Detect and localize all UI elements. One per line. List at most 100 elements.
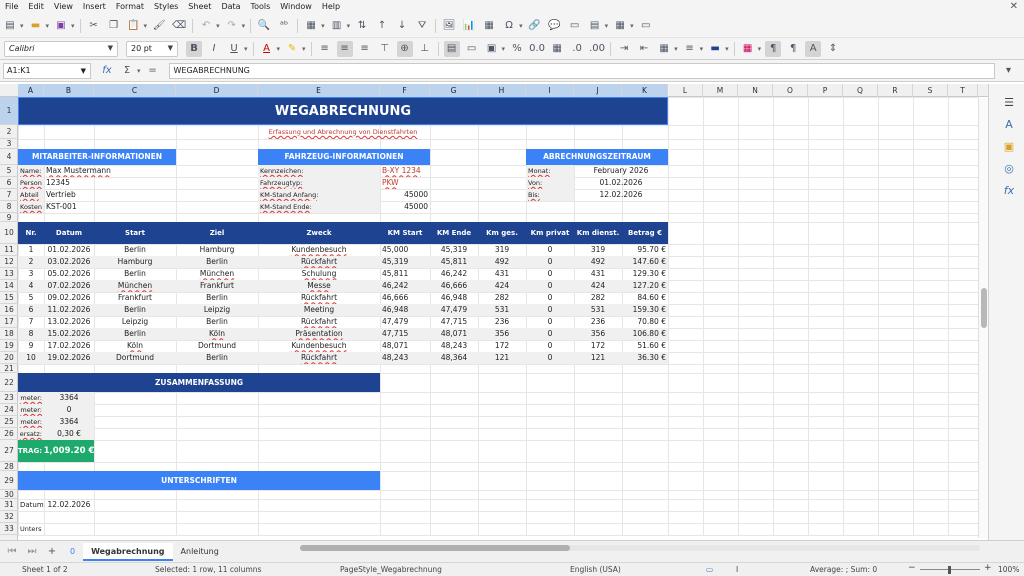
row-header-15[interactable]: 15 (0, 292, 18, 304)
column-header-m[interactable]: M (703, 84, 738, 97)
employee-label[interactable]: Kosten (18, 201, 44, 213)
function-wizard-icon[interactable]: fx (99, 63, 115, 79)
summary-value[interactable]: 0,30 € (44, 428, 94, 440)
vehicle-value[interactable]: PKW (380, 177, 430, 189)
table-cell[interactable]: 45,811 (380, 268, 430, 280)
align-right-icon[interactable]: ≡ (357, 41, 373, 57)
table-cell[interactable]: 17.02.2026 (44, 340, 94, 352)
sum-dropdown-icon[interactable]: ▾ (137, 67, 141, 75)
merge-center-icon[interactable]: ▭ (464, 41, 480, 57)
table-cell[interactable]: 95.70 € (622, 244, 668, 256)
table-cell[interactable]: 10 (18, 352, 44, 364)
table-cell[interactable]: 0 (526, 316, 574, 328)
column-header-j[interactable]: J (574, 84, 622, 97)
section-period[interactable]: ABRECHNUNGSZEITRAUM (526, 149, 668, 165)
table-cell[interactable]: 424 (574, 280, 622, 292)
sheet-title[interactable]: WEGABRECHNUNG (18, 97, 668, 125)
menu-item-edit[interactable]: Edit (23, 0, 49, 14)
zoom-slider-handle[interactable] (948, 566, 951, 574)
special-character-icon[interactable]: Ω (501, 18, 517, 34)
row-header-32[interactable]: 32 (0, 511, 18, 523)
table-cell[interactable]: 46,242 (430, 268, 478, 280)
add-sheet-icon[interactable]: + (44, 544, 60, 560)
print-area-dropdown-icon[interactable]: ▾ (605, 22, 609, 30)
table-cell[interactable]: Hamburg (176, 244, 258, 256)
column-header-b[interactable]: B (44, 84, 94, 97)
signature-label[interactable]: Unters (18, 523, 44, 535)
align-bottom-icon[interactable]: ⊥ (417, 41, 433, 57)
table-cell[interactable]: 13.02.2026 (44, 316, 94, 328)
table-cell[interactable]: 0 (526, 244, 574, 256)
font-size-combo[interactable]: 20 pt ▼ (126, 40, 178, 57)
employee-value[interactable]: Vertrieb (44, 189, 176, 201)
table-cell[interactable]: 0 (526, 268, 574, 280)
table-header-cell[interactable]: Km dienst. (574, 222, 622, 244)
delete-decimal-icon[interactable]: .00 (589, 41, 605, 57)
table-cell[interactable]: 46,666 (430, 280, 478, 292)
row-header-17[interactable]: 17 (0, 316, 18, 328)
spelling-icon[interactable]: ᵃᵇ (276, 18, 292, 34)
save-dropdown-icon[interactable]: ▾ (71, 22, 75, 30)
table-cell[interactable]: Berlin (176, 256, 258, 268)
menu-item-file[interactable]: File (0, 0, 23, 14)
table-cell[interactable]: Berlin (94, 328, 176, 340)
vehicle-label[interactable]: KM-Stand Ende: (258, 201, 380, 213)
pivot-table-icon[interactable]: ▦ (481, 18, 497, 34)
table-cell[interactable]: 431 (478, 268, 526, 280)
table-cell[interactable]: Leipzig (94, 316, 176, 328)
table-cell[interactable]: 4 (18, 280, 44, 292)
summary-label[interactable]: meter: (18, 392, 44, 404)
underline-dropdown-icon[interactable]: ▾ (244, 45, 248, 53)
row-header-9[interactable]: 9 (0, 213, 18, 222)
table-cell[interactable]: Berlin (176, 292, 258, 304)
summary-label[interactable]: meter: (18, 416, 44, 428)
navigator-icon[interactable]: ◎ (1001, 160, 1017, 176)
close-document-icon[interactable]: ✕ (1010, 1, 1018, 12)
column-header-l[interactable]: L (668, 84, 703, 97)
highlight-icon[interactable]: ✎ (284, 41, 300, 57)
formula-input[interactable]: WEGABRECHNUNG (168, 62, 995, 79)
hamburger-menu-icon[interactable]: ☰ (1001, 94, 1017, 110)
table-cell[interactable]: Berlin (176, 316, 258, 328)
signature-date[interactable]: 12.02.2026 (44, 499, 94, 511)
menu-item-format[interactable]: Format (111, 0, 149, 14)
row-header-10[interactable]: 10 (0, 222, 18, 244)
total-label[interactable]: TRAG: (18, 440, 44, 462)
table-cell[interactable]: Berlin (94, 268, 176, 280)
table-cell[interactable]: Köln (176, 328, 258, 340)
font-color-icon[interactable]: A (259, 41, 275, 57)
conditional-format-icon[interactable]: ▦ (740, 41, 756, 57)
table-cell[interactable]: Leipzig (176, 304, 258, 316)
copy-icon[interactable]: ❐ (106, 18, 122, 34)
table-header-cell[interactable]: KM Ende (430, 222, 478, 244)
table-cell[interactable]: 46,948 (380, 304, 430, 316)
table-cell[interactable]: München (176, 268, 258, 280)
table-cell[interactable]: München (94, 280, 176, 292)
text-orientation-icon[interactable]: A (805, 40, 822, 57)
align-middle-icon[interactable]: ⊕ (396, 40, 413, 57)
employee-value[interactable]: Max Mustermann (44, 165, 176, 177)
table-cell[interactable]: 147.60 € (622, 256, 668, 268)
row-header-16[interactable]: 16 (0, 304, 18, 316)
table-cell[interactable]: 0 (526, 292, 574, 304)
menu-item-styles[interactable]: Styles (149, 0, 183, 14)
table-cell[interactable]: 6 (18, 304, 44, 316)
open-dropdown-icon[interactable]: ▾ (46, 22, 50, 30)
table-cell[interactable]: Messe (258, 280, 380, 292)
table-cell[interactable]: 127.20 € (622, 280, 668, 292)
border-color-dropdown-icon[interactable]: ▾ (725, 45, 729, 53)
table-cell[interactable]: 46,242 (380, 280, 430, 292)
increase-indent-icon[interactable]: ⇥ (616, 41, 632, 57)
row-header-29[interactable]: 29 (0, 471, 18, 490)
zoom-in-icon[interactable]: + (984, 563, 992, 573)
new-document-icon[interactable]: ▤ (2, 18, 18, 34)
column-header-n[interactable]: N (738, 84, 773, 97)
conditional-dropdown-icon[interactable]: ▾ (758, 45, 762, 53)
column-header-f[interactable]: F (380, 84, 430, 97)
row-header-18[interactable]: 18 (0, 328, 18, 340)
expand-formula-icon[interactable]: ▾ (1001, 63, 1017, 79)
table-cell[interactable]: 424 (478, 280, 526, 292)
border-style-dropdown-icon[interactable]: ▾ (700, 45, 704, 53)
table-cell[interactable]: 282 (574, 292, 622, 304)
sort-icon[interactable]: ⇅ (354, 18, 370, 34)
